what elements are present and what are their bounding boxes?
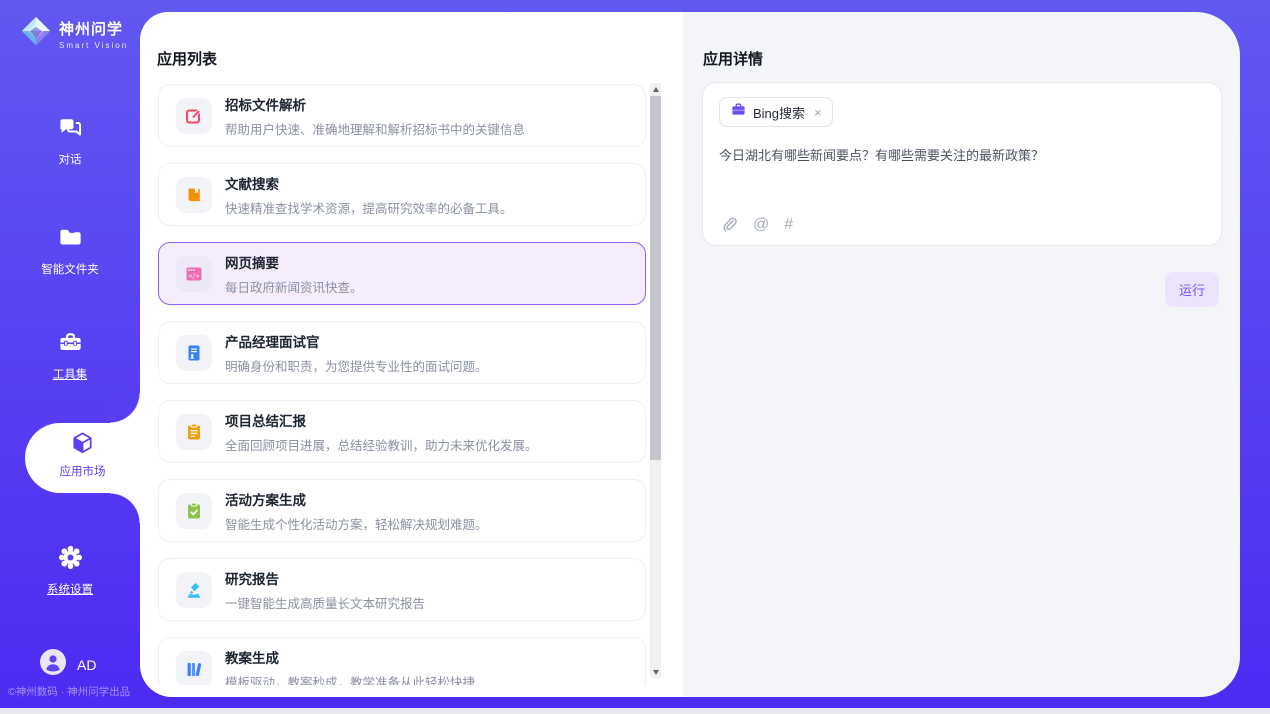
app-detail-panel: 应用详情 Bing搜索 × 今日湖北有哪些新闻要点？有哪些需要关注的最新政策？ [683, 12, 1240, 697]
clipboard-icon [176, 414, 212, 450]
attachment-icon[interactable] [721, 216, 738, 233]
active-bubble-curve-bottom [110, 493, 140, 523]
microscope-icon [176, 572, 212, 608]
app-card-title: 招标文件解析 [225, 94, 525, 114]
prompt-card: Bing搜索 × 今日湖北有哪些新闻要点？有哪些需要关注的最新政策？ @ # [702, 82, 1222, 246]
scroll-up-arrow[interactable] [650, 83, 661, 95]
app-card-desc: 全面回顾项目进展，总结经验教训，助力未来优化发展。 [225, 435, 538, 454]
app-card-title: 产品经理面试官 [225, 331, 488, 351]
app-card[interactable]: 招标文件解析 帮助用户快速、准确地理解和解析招标书中的关键信息 [158, 84, 646, 147]
sidebar-item-label: 对话 [0, 151, 140, 167]
app-card-desc: 快速精准查找学术资源，提高研究效率的必备工具。 [225, 198, 513, 217]
sidebar-item-label: 系统设置 [0, 581, 140, 597]
app-detail-title: 应用详情 [703, 48, 763, 69]
copyright-text: ©神州数码 · 神州问学出品 [8, 684, 148, 699]
close-icon[interactable]: × [814, 105, 822, 120]
app-card-title: 教案生成 [225, 647, 475, 667]
tool-tag-bing-search[interactable]: Bing搜索 × [719, 97, 833, 127]
prompt-input[interactable]: 今日湖北有哪些新闻要点？有哪些需要关注的最新政策？ [719, 145, 1205, 203]
svg-text:</>: </> [188, 273, 199, 280]
sidebar-item-app-market[interactable]: 应用市场 [25, 423, 140, 493]
gear-icon [57, 558, 84, 575]
tool-tag-label: Bing搜索 [753, 103, 805, 122]
sidebar-item-label: 工具集 [0, 366, 140, 382]
sidebar-item-chat[interactable]: 对话 [0, 114, 140, 167]
sidebar-item-settings[interactable]: 系统设置 [0, 544, 140, 597]
clipboard-check-icon [176, 493, 212, 529]
gem-logo-icon [20, 15, 52, 52]
hash-icon[interactable]: # [784, 217, 793, 233]
briefcase-icon [731, 102, 746, 122]
mention-icon[interactable]: @ [753, 217, 769, 233]
toolbox-icon [57, 343, 84, 360]
app-card[interactable]: 研究报告 一键智能生成高质量长文本研究报告 [158, 558, 646, 621]
active-bubble-curve-top [110, 393, 140, 423]
app-card-desc: 一键智能生成高质量长文本研究报告 [225, 593, 425, 612]
sidebar-item-smart-folder[interactable]: 智能文件夹 [0, 224, 140, 277]
run-button[interactable]: 运行 [1165, 272, 1219, 307]
app-card-title: 研究报告 [225, 568, 425, 588]
books-icon [176, 651, 212, 686]
app-list-panel: 应用列表 招标文件解析 帮助用户快速、准确地理解和解析招标书中的关键信息 [140, 12, 683, 697]
browser-code-icon: </> [176, 256, 212, 292]
user-account[interactable]: AD [40, 649, 96, 680]
scrollbar-thumb[interactable] [650, 96, 661, 460]
app-card[interactable]: </> 网页摘要 每日政府新闻资讯快查。 [158, 242, 646, 305]
app-card-title: 文献搜索 [225, 173, 513, 193]
app-card[interactable]: 产品经理面试官 明确身份和职责，为您提供专业性的面试问题。 [158, 321, 646, 384]
app-card[interactable]: 文献搜索 快速精准查找学术资源，提高研究效率的必备工具。 [158, 163, 646, 226]
app-card-desc: 帮助用户快速、准确地理解和解析招标书中的关键信息 [225, 119, 525, 138]
app-card-list: 招标文件解析 帮助用户快速、准确地理解和解析招标书中的关键信息 文献搜索 快速精… [158, 84, 646, 685]
app-card-desc: 明确身份和职责，为您提供专业性的面试问题。 [225, 356, 488, 375]
avatar [40, 649, 66, 680]
book-icon [176, 177, 212, 213]
brand-logo: 神州问学 Smart Vision [20, 15, 128, 52]
edit-square-icon [176, 98, 212, 134]
scroll-down-arrow[interactable] [650, 666, 661, 678]
app-card[interactable]: 项目总结汇报 全面回顾项目进展，总结经验教训，助力未来优化发展。 [158, 400, 646, 463]
brand-title: 神州问学 [59, 18, 128, 39]
resume-icon [176, 335, 212, 371]
app-card-desc: 智能生成个性化活动方案，轻松解决规划难题。 [225, 514, 488, 533]
app-card-desc: 每日政府新闻资讯快查。 [225, 277, 363, 296]
app-card-title: 项目总结汇报 [225, 410, 538, 430]
sidebar-item-label: 智能文件夹 [0, 261, 140, 277]
app-card-title: 网页摘要 [225, 252, 363, 272]
sidebar-item-toolset[interactable]: 工具集 [0, 329, 140, 382]
main-content: 应用列表 招标文件解析 帮助用户快速、准确地理解和解析招标书中的关键信息 [140, 12, 1240, 697]
app-card[interactable]: 活动方案生成 智能生成个性化活动方案，轻松解决规划难题。 [158, 479, 646, 542]
user-initials: AD [77, 657, 96, 673]
input-toolbar: @ # [721, 216, 793, 233]
sidebar: 神州问学 Smart Vision 对话 智能文件夹 [0, 0, 140, 708]
chat-icon [57, 128, 84, 145]
app-card-title: 活动方案生成 [225, 489, 488, 509]
folder-icon [57, 238, 84, 255]
app-list-title: 应用列表 [157, 48, 217, 69]
brand-subtitle: Smart Vision [59, 41, 128, 50]
sidebar-item-label: 应用市场 [25, 463, 140, 479]
app-card-desc: 模板驱动，教案秒成，教学准备从此轻松快捷 [225, 672, 475, 686]
app-card[interactable]: 教案生成 模板驱动，教案秒成，教学准备从此轻松快捷 [158, 637, 646, 685]
app-frame: 神州问学 Smart Vision 对话 智能文件夹 [0, 0, 1270, 708]
list-scrollbar [650, 83, 661, 678]
cube-icon [69, 444, 96, 461]
